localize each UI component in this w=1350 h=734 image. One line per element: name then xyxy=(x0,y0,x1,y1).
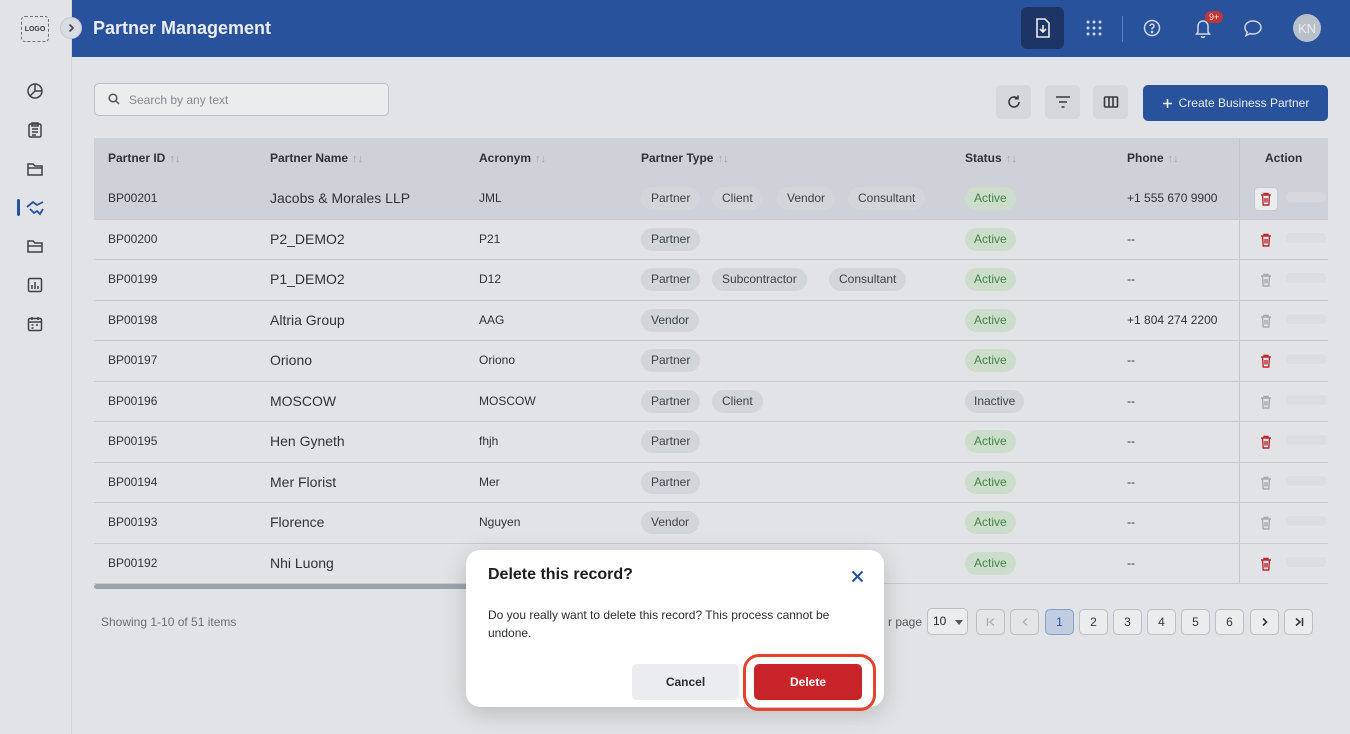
chevron-right-icon xyxy=(68,23,75,33)
dialog-close-button[interactable] xyxy=(848,567,866,585)
dialog-message: Do you really want to delete this record… xyxy=(488,608,830,640)
close-icon xyxy=(851,570,863,582)
delete-confirm-dialog: Delete this record? Do you really want t… xyxy=(466,550,884,707)
cancel-button[interactable]: Cancel xyxy=(632,664,739,700)
dialog-title: Delete this record? xyxy=(488,566,633,583)
delete-button[interactable]: Delete xyxy=(754,664,862,700)
sidebar-expand-button[interactable] xyxy=(60,17,82,39)
